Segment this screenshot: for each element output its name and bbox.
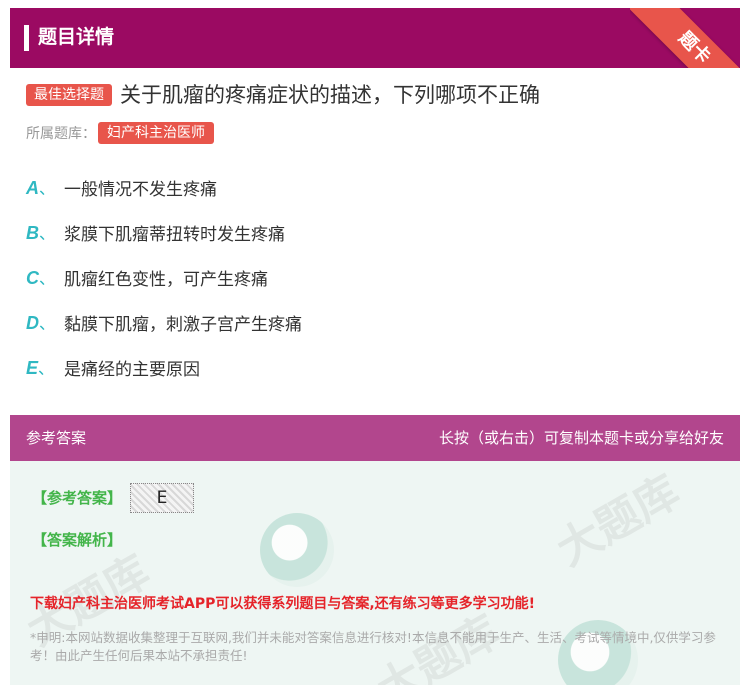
question-bank-label: 所属题库： — [26, 126, 96, 142]
watermark-logo-icon — [260, 513, 334, 587]
header-accent-bar — [24, 25, 29, 51]
question-text: 关于肌瘤的疼痛症状的描述，下列哪项不正确 — [120, 83, 540, 107]
question-bank-row: 所属题库： 妇产科主治医师 — [26, 121, 214, 145]
option-letter: B、 — [26, 223, 56, 243]
option-text: 是痛经的主要原因 — [64, 359, 200, 380]
option-e[interactable]: E、 是痛经的主要原因 — [26, 353, 200, 381]
option-text: 浆膜下肌瘤蒂扭转时发生疼痛 — [64, 224, 285, 245]
question-row: 最佳选择题 关于肌瘤的疼痛症状的描述，下列哪项不正确 — [26, 79, 540, 111]
ribbon-corner: 题卡 — [630, 8, 740, 68]
option-text: 肌瘤红色变性，可产生疼痛 — [64, 269, 268, 290]
question-type-badge: 最佳选择题 — [26, 84, 112, 106]
analysis-label: 【答案解析】 — [32, 531, 123, 549]
option-a[interactable]: A、 一般情况不发生疼痛 — [26, 173, 217, 201]
disclaimer-text: *申明:本网站数据收集整理于互联网,我们并未能对答案信息进行核对!本信息不能用于… — [30, 630, 716, 663]
header-bar: 题目详情 题卡 — [10, 8, 740, 68]
answer-header: 参考答案 长按（或右击）可复制本题卡或分享给好友 — [10, 415, 740, 461]
question-bank-tag[interactable]: 妇产科主治医师 — [98, 122, 214, 144]
option-text: 一般情况不发生疼痛 — [64, 179, 217, 200]
question-card-ribbon[interactable]: 题卡 — [630, 8, 740, 68]
option-letter: A、 — [26, 178, 56, 198]
option-letter: D、 — [26, 313, 56, 333]
option-text: 黏膜下肌瘤，刺激子宫产生疼痛 — [64, 314, 302, 335]
option-letter: E、 — [26, 358, 55, 378]
answer-section: 大题库 大题库 大题库 参考答案 长按（或右击）可复制本题卡或分享给好友 【参考… — [10, 415, 740, 685]
option-letter: C、 — [26, 268, 56, 288]
answer-header-title: 参考答案 — [26, 429, 87, 447]
option-b[interactable]: B、 浆膜下肌瘤蒂扭转时发生疼痛 — [26, 218, 285, 246]
answer-value-image: E — [130, 483, 194, 513]
page-title: 题目详情 — [38, 26, 115, 48]
app-download-promo[interactable]: 下载妇产科主治医师考试APP可以获得系列题目与答案,还有练习等更多学习功能! — [30, 593, 535, 613]
share-hint: 长按（或右击）可复制本题卡或分享给好友 — [438, 429, 724, 447]
option-d[interactable]: D、 黏膜下肌瘤，刺激子宫产生疼痛 — [26, 308, 302, 336]
watermark-icon: 大题库 — [548, 465, 689, 576]
option-c[interactable]: C、 肌瘤红色变性，可产生疼痛 — [26, 263, 268, 291]
answer-label: 【参考答案】 — [32, 489, 123, 507]
